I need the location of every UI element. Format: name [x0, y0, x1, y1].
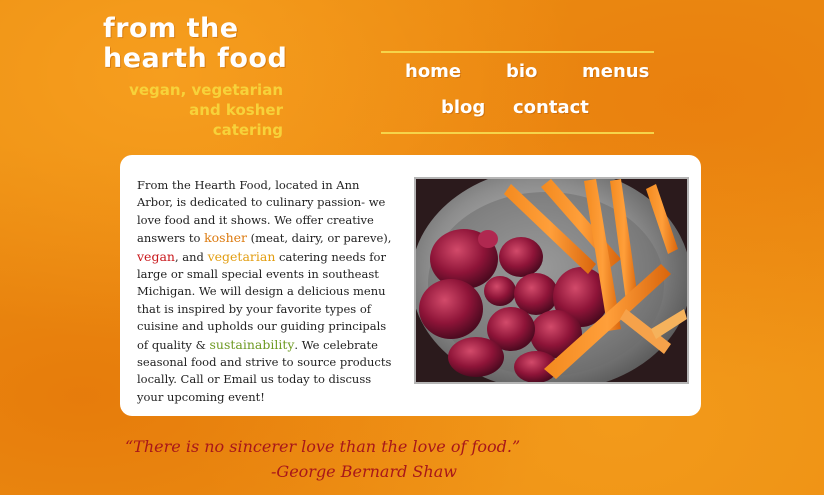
tagline-line1: vegan, vegetarian: [129, 81, 283, 99]
intro-text-2: (meat, dairy, or pareve),: [247, 231, 392, 246]
nav-bio-link[interactable]: bio: [506, 61, 537, 83]
content-card: From the Hearth Food, located in Ann Arb…: [120, 155, 701, 416]
kosher-link[interactable]: kosher: [204, 230, 247, 245]
site-logo-title[interactable]: From the hearth food: [103, 14, 287, 74]
tagline-line2: and kosher: [189, 101, 283, 119]
quote-text: “There is no sincerer love than the love…: [125, 437, 521, 456]
vegan-link[interactable]: vegan: [137, 249, 175, 264]
quote-author: -George Bernard Shaw: [271, 462, 457, 481]
nav-blog-link[interactable]: blog: [441, 97, 485, 119]
nav-divider-top: [381, 51, 654, 53]
site-title-line1: From the: [103, 13, 239, 44]
nav-divider-bottom: [381, 132, 654, 134]
site-tagline: vegan, vegetarian and kosher catering: [129, 80, 283, 140]
sustainability-link[interactable]: sustainability: [209, 337, 294, 352]
vegetarian-link[interactable]: vegetarian: [208, 249, 276, 264]
nav-menus-link[interactable]: menus: [582, 61, 649, 83]
tagline-line3: catering: [212, 121, 283, 139]
nav-contact-link[interactable]: contact: [513, 97, 589, 119]
intro-paragraph: From the Hearth Food, located in Ann Arb…: [137, 177, 395, 406]
intro-text-3: , and: [174, 249, 208, 264]
beets-carrots-image: [416, 179, 687, 382]
site-title-line2: hearth food: [103, 43, 288, 74]
nav-home-link[interactable]: home: [405, 61, 461, 83]
vegetables-photo: [414, 177, 689, 384]
